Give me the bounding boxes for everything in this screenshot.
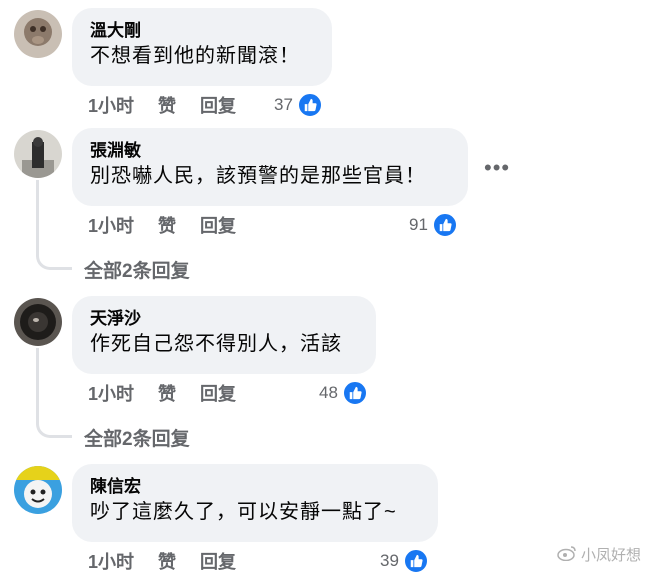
comment-2: 張淵敏 別恐嚇人民，該預警的是那些官員！ ••• 1小时 赞 回复 91 全部2… — [0, 120, 649, 288]
like-button[interactable]: 赞 — [158, 380, 176, 406]
thumbs-up-icon — [402, 548, 429, 574]
thread-connector — [36, 254, 72, 270]
like-count: 48 — [319, 383, 338, 402]
comment-time[interactable]: 1小时 — [88, 212, 134, 238]
comment-author[interactable]: 溫大剛 — [90, 20, 314, 42]
view-replies-link[interactable]: 全部2条回复 — [84, 256, 190, 283]
comment-bubble: 陳信宏 吵了這麼久了，可以安靜一點了~ — [72, 464, 438, 542]
comment-text: 不想看到他的新聞滾！ — [90, 45, 300, 67]
thumbs-up-icon — [296, 92, 323, 118]
like-count: 37 — [274, 95, 293, 114]
weibo-logo-icon — [557, 545, 577, 565]
thumbs-up-icon — [431, 212, 458, 238]
comment-author[interactable]: 陳信宏 — [90, 476, 420, 498]
thread-line — [36, 180, 39, 256]
like-button[interactable]: 赞 — [158, 212, 176, 238]
comment-actions: 1小时 赞 回复 — [88, 92, 260, 118]
like-count: 39 — [380, 551, 399, 570]
comment-bubble: 張淵敏 別恐嚇人民，該預警的是那些官員！ — [72, 128, 468, 206]
thread-connector — [36, 422, 72, 438]
avatar[interactable] — [14, 466, 62, 514]
like-button[interactable]: 赞 — [158, 92, 176, 118]
comment-time[interactable]: 1小时 — [88, 380, 134, 406]
comment-author[interactable]: 天淨沙 — [90, 308, 358, 330]
comment-text: 吵了這麼久了，可以安靜一點了~ — [90, 501, 397, 523]
avatar[interactable] — [14, 10, 62, 58]
comment-author[interactable]: 張淵敏 — [90, 140, 450, 162]
comment-4: 陳信宏 吵了這麼久了，可以安靜一點了~ 1小时 赞 回复 39 — [0, 456, 649, 574]
reply-button[interactable]: 回复 — [200, 548, 236, 574]
reply-button[interactable]: 回复 — [200, 92, 236, 118]
view-replies-link[interactable]: 全部2条回复 — [84, 424, 190, 451]
comment-bubble: 天淨沙 作死自己怨不得別人，活該 — [72, 296, 376, 374]
thread-line — [36, 348, 39, 424]
comment-1: 溫大剛 不想看到他的新聞滾！ 1小时 赞 回复 37 — [0, 0, 649, 120]
reply-button[interactable]: 回复 — [200, 212, 236, 238]
reaction-count[interactable]: 91 — [409, 212, 458, 238]
comment-time[interactable]: 1小时 — [88, 548, 134, 574]
reply-button[interactable]: 回复 — [200, 380, 236, 406]
comment-actions: 1小时 赞 回复 — [88, 212, 260, 238]
watermark: 小凤好想 — [557, 544, 641, 565]
reaction-count[interactable]: 39 — [380, 548, 429, 574]
avatar[interactable] — [14, 298, 62, 346]
comment-actions: 1小时 赞 回复 — [88, 548, 260, 574]
like-count: 91 — [409, 215, 428, 234]
reaction-count[interactable]: 48 — [319, 380, 368, 406]
comment-text: 作死自己怨不得別人，活該 — [90, 333, 342, 355]
comment-text: 別恐嚇人民，該預警的是那些官員！ — [90, 165, 426, 187]
more-options-icon[interactable]: ••• — [484, 157, 510, 179]
comment-actions: 1小时 赞 回复 — [88, 380, 260, 406]
thumbs-up-icon — [341, 380, 368, 406]
like-button[interactable]: 赞 — [158, 548, 176, 574]
comment-bubble: 溫大剛 不想看到他的新聞滾！ — [72, 8, 332, 86]
reaction-count[interactable]: 37 — [274, 92, 323, 118]
comment-3: 天淨沙 作死自己怨不得別人，活該 1小时 赞 回复 48 全部2条回复 — [0, 288, 649, 456]
watermark-text: 小凤好想 — [580, 547, 641, 564]
avatar[interactable] — [14, 130, 62, 178]
comment-time[interactable]: 1小时 — [88, 92, 134, 118]
